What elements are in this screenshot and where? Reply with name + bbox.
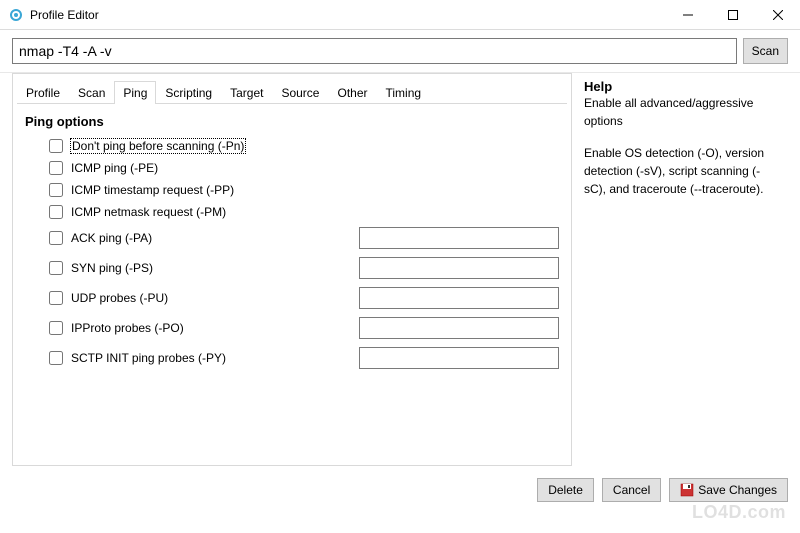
ping-option-input[interactable]: [359, 257, 559, 279]
ping-option-label: ACK ping (-PA): [71, 231, 152, 245]
ping-option-row: ICMP ping (-PE): [25, 161, 559, 175]
ping-option-checkbox[interactable]: [49, 351, 63, 365]
tab-strip: ProfileScanPingScriptingTargetSourceOthe…: [13, 74, 571, 103]
ping-option-row: SYN ping (-PS): [25, 257, 559, 279]
ping-option-label: IPProto probes (-PO): [71, 321, 184, 335]
ping-option-row: Don't ping before scanning (-Pn): [25, 139, 559, 153]
titlebar: Profile Editor: [0, 0, 800, 30]
button-row: Delete Cancel Save Changes: [0, 478, 800, 514]
command-input[interactable]: [12, 38, 737, 64]
ping-option-row: ICMP netmask request (-PM): [25, 205, 559, 219]
ping-option-label: SCTP INIT ping probes (-PY): [71, 351, 226, 365]
content-area: ProfileScanPingScriptingTargetSourceOthe…: [0, 73, 800, 478]
tab-timing[interactable]: Timing: [377, 81, 431, 104]
tab-scan[interactable]: Scan: [69, 81, 114, 104]
section-title: Ping options: [25, 114, 559, 129]
ping-option-checkbox[interactable]: [49, 321, 63, 335]
ping-option-row: UDP probes (-PU): [25, 287, 559, 309]
ping-option-input[interactable]: [359, 287, 559, 309]
maximize-button[interactable]: [710, 0, 755, 30]
ping-option-row: ICMP timestamp request (-PP): [25, 183, 559, 197]
ping-option-checkbox[interactable]: [49, 291, 63, 305]
cancel-button[interactable]: Cancel: [602, 478, 661, 502]
help-title: Help: [584, 79, 780, 94]
tab-ping[interactable]: Ping: [114, 81, 156, 104]
app-icon: [8, 7, 24, 23]
ping-option-checkbox[interactable]: [49, 205, 63, 219]
ping-option-checkbox[interactable]: [49, 183, 63, 197]
tab-source[interactable]: Source: [272, 81, 328, 104]
minimize-button[interactable]: [665, 0, 710, 30]
ping-option-checkbox[interactable]: [49, 261, 63, 275]
help-panel: Help Enable all advanced/aggressive opti…: [572, 73, 788, 466]
tab-target[interactable]: Target: [221, 81, 272, 104]
ping-option-row: ACK ping (-PA): [25, 227, 559, 249]
ping-option-input[interactable]: [359, 227, 559, 249]
ping-option-checkbox[interactable]: [49, 139, 63, 153]
ping-option-input[interactable]: [359, 317, 559, 339]
ping-option-row: SCTP INIT ping probes (-PY): [25, 347, 559, 369]
command-row: Scan: [0, 30, 800, 73]
ping-option-checkbox[interactable]: [49, 231, 63, 245]
ping-option-label: ICMP ping (-PE): [71, 161, 158, 175]
help-body-2: Enable OS detection (-O), version detect…: [584, 144, 780, 198]
save-button-label: Save Changes: [698, 483, 777, 497]
window-controls: [665, 0, 800, 30]
ping-option-label: ICMP timestamp request (-PP): [71, 183, 234, 197]
delete-button[interactable]: Delete: [537, 478, 594, 502]
tab-panel: ProfileScanPingScriptingTargetSourceOthe…: [12, 73, 572, 466]
window-title: Profile Editor: [30, 8, 99, 22]
ping-option-input[interactable]: [359, 347, 559, 369]
close-button[interactable]: [755, 0, 800, 30]
save-icon: [680, 483, 694, 497]
tab-profile[interactable]: Profile: [17, 81, 69, 104]
tab-body: Ping options Don't ping before scanning …: [13, 104, 571, 387]
scan-button[interactable]: Scan: [743, 38, 788, 64]
tab-other[interactable]: Other: [328, 81, 376, 104]
ping-option-checkbox[interactable]: [49, 161, 63, 175]
ping-option-label: SYN ping (-PS): [71, 261, 153, 275]
help-body-1: Enable all advanced/aggressive options: [584, 94, 780, 130]
ping-option-label: Don't ping before scanning (-Pn): [71, 139, 245, 153]
ping-option-label: UDP probes (-PU): [71, 291, 168, 305]
tab-scripting[interactable]: Scripting: [156, 81, 221, 104]
ping-option-row: IPProto probes (-PO): [25, 317, 559, 339]
save-changes-button[interactable]: Save Changes: [669, 478, 788, 502]
ping-option-label: ICMP netmask request (-PM): [71, 205, 226, 219]
